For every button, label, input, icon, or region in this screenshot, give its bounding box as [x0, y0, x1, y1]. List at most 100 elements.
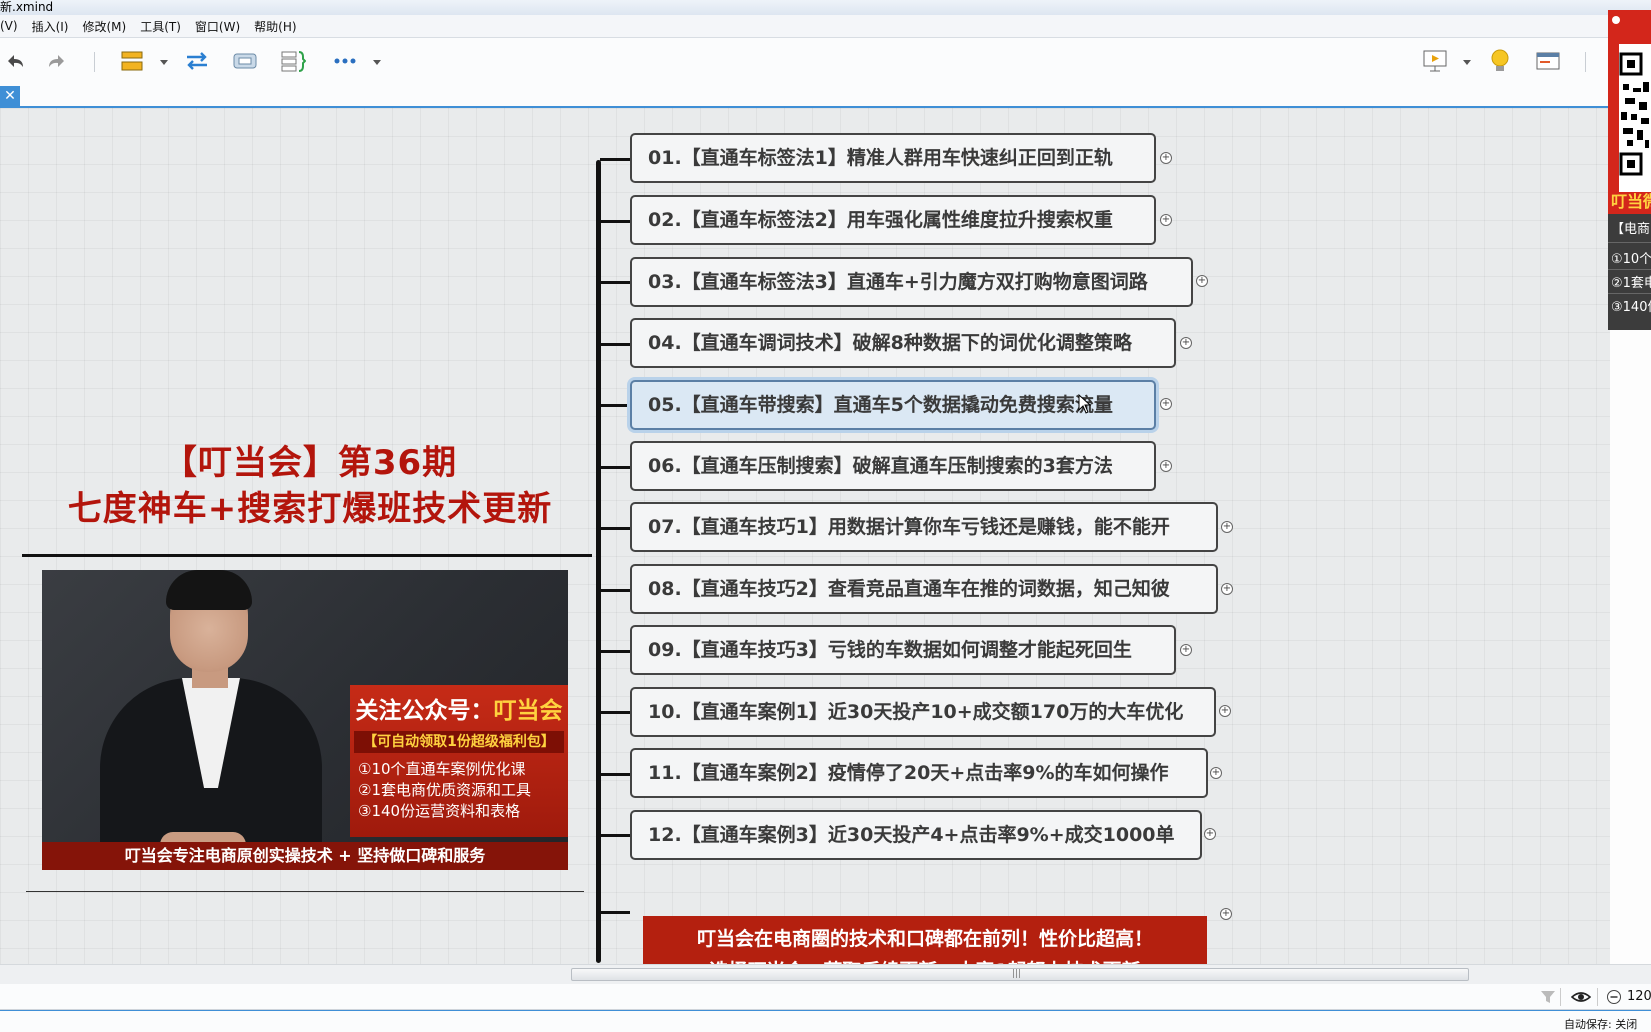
summary-button[interactable] [278, 48, 308, 74]
promo-footer: 叮当会专注电商原创实操技术 + 坚持做口碑和服务 [42, 842, 568, 870]
subtopic-02[interactable]: 02.【直通车标签法2】用车强化属性维度拉升搜索权重 [630, 195, 1156, 245]
menu-insert[interactable]: 插入(I) [32, 18, 69, 35]
qr-code-pattern [1619, 52, 1649, 176]
more-dropdown-icon[interactable] [373, 60, 381, 65]
horizontal-scrollbar[interactable]: ||| [0, 964, 1651, 984]
subtopic-11[interactable]: 11.【直通车案例2】疫情停了20天+点击率9%的车如何操作 [630, 748, 1208, 798]
branch-stub [600, 466, 630, 469]
callout-line1-prefix: 叮当会在电商圈的技术和口碑都在前列！ [696, 928, 1039, 950]
topic-style-button[interactable] [117, 48, 147, 74]
expand-icon[interactable]: + [1160, 460, 1172, 472]
scrollbar-thumb[interactable]: ||| [571, 968, 1469, 981]
eye-icon[interactable] [1571, 989, 1591, 1005]
boundary-button[interactable] [230, 48, 260, 74]
expand-icon[interactable]: + [1180, 337, 1192, 349]
summary-icon [281, 51, 306, 72]
idea-button[interactable] [1485, 48, 1515, 74]
presentation-button[interactable] [1420, 48, 1450, 74]
callout-line1: 叮当会在电商圈的技术和口碑都在前列！性价比超高！ [643, 924, 1207, 951]
expand-icon[interactable]: + [1210, 767, 1222, 779]
redo-button[interactable] [42, 48, 72, 74]
subtopic-01[interactable]: 01.【直通车标签法1】精准人群用车快速纠正回到正轨 [630, 133, 1156, 183]
presentation-icon [1423, 50, 1447, 72]
branch-stub [600, 711, 630, 714]
promo-headline: 关注公众号：叮当会 [350, 691, 568, 725]
subtopic-09[interactable]: 09.【直通车技巧3】亏钱的车数据如何调整才能起死回生 [630, 625, 1176, 675]
status-separator [1597, 988, 1598, 1006]
toolbar-separator [94, 52, 95, 72]
side-ad-line: ①10个 [1611, 252, 1651, 267]
side-ad-line: ②1套电 [1611, 276, 1651, 291]
more-icon [334, 58, 356, 64]
expand-icon[interactable]: + [1196, 275, 1208, 287]
panel-toggle-button[interactable] [1533, 48, 1563, 74]
bottom-bar: 自动保存: 关闭 [0, 1010, 1651, 1032]
status-bar: 120% [0, 984, 1651, 1010]
branch-stub [600, 589, 630, 592]
relationship-button[interactable] [182, 48, 212, 74]
branch-stub [600, 404, 630, 407]
side-ad-divider [1608, 293, 1651, 294]
menu-tools[interactable]: 工具(T) [140, 18, 181, 35]
side-ad-header: 叮当微 [1608, 10, 1651, 214]
topic-style-dropdown-icon[interactable] [160, 60, 168, 65]
subtopic-12[interactable]: 12.【直通车案例3】近30天投产4+点击率9%+成交1000单 [630, 810, 1202, 860]
close-tab-button[interactable]: ✕ [0, 86, 20, 106]
promo-headline-prefix: 关注公众号： [355, 698, 494, 724]
filter-icon[interactable] [1540, 989, 1556, 1005]
branch-stub [600, 158, 630, 161]
menu-view[interactable]: (V) [0, 19, 18, 33]
subtopic-03[interactable]: 03.【直通车标签法3】直通车+引力魔方双打购物意图词路 [630, 257, 1193, 307]
expand-icon[interactable]: + [1220, 908, 1232, 920]
expand-icon[interactable]: + [1160, 214, 1172, 226]
presentation-dropdown-icon[interactable] [1463, 60, 1471, 65]
promo-headline-brand: 叮当会 [493, 698, 563, 724]
callout-line2: 选择叮当会，获取后续更新，大家1起努力技术更新 [643, 956, 1207, 964]
subtopic-07[interactable]: 07.【直通车技巧1】用数据计算你车亏钱还是赚钱，能不能开 [630, 502, 1218, 552]
side-ad-list: 【电商 ①10个 ②1套电 ③140份 [1608, 214, 1651, 330]
side-ad-overlay: 叮当微 【电商 ①10个 ②1套电 ③140份 [1608, 10, 1651, 330]
zoom-out-icon[interactable] [1606, 989, 1622, 1005]
status-separator [1560, 988, 1561, 1006]
relationship-icon [187, 52, 207, 70]
central-topic-line2: 七度神车+搜索打爆班技术更新 [67, 489, 553, 529]
expand-icon[interactable]: + [1219, 705, 1231, 717]
expand-icon[interactable]: + [1160, 152, 1172, 164]
promo-item: ②1套电商优质资源和工具 [358, 781, 531, 799]
xmind-window: 新.xmind (V) 插入(I) 修改(M) 工具(T) 窗口(W) 帮助(H… [0, 0, 1651, 1032]
subtopic-04[interactable]: 04.【直通车调词技术】破解8种数据下的词优化调整策略 [630, 318, 1176, 368]
promo-panel: 关注公众号：叮当会 【可自动领取1份超级福利包】 ①10个直通车案例优化课 ②1… [350, 685, 568, 837]
autosave-status[interactable]: 自动保存: 关闭 [1564, 1016, 1637, 1032]
promo-item: ③140份运营资料和表格 [358, 802, 521, 820]
person-hair [166, 570, 252, 610]
panel-icon [1536, 52, 1560, 70]
branch-stub [600, 343, 630, 346]
more-button[interactable] [330, 48, 360, 74]
menu-help[interactable]: 帮助(H) [254, 18, 296, 35]
side-ad-divider [1608, 242, 1651, 243]
subtopic-10[interactable]: 10.【直通车案例1】近30天投产10+成交额170万的大车优化 [630, 687, 1216, 737]
expand-icon[interactable]: + [1160, 398, 1172, 410]
menu-window[interactable]: 窗口(W) [195, 18, 240, 35]
side-ad-line: ③140份 [1611, 300, 1651, 315]
window-title: 新.xmind [0, 0, 54, 14]
subtopic-08[interactable]: 08.【直通车技巧2】查看竞品直通车在推的词数据，知己知彼 [630, 564, 1218, 614]
expand-icon[interactable]: + [1180, 644, 1192, 656]
mindmap-canvas[interactable]: 【叮当会】第36期 七度神车+搜索打爆班技术更新 关注公众号：叮当会 【可自动领… [0, 108, 1610, 964]
menu-modify[interactable]: 修改(M) [82, 18, 126, 35]
expand-icon[interactable]: + [1221, 583, 1233, 595]
zoom-level[interactable]: 120% [1627, 989, 1651, 1004]
central-topic[interactable]: 【叮当会】第36期 七度神车+搜索打爆班技术更新 [20, 440, 600, 532]
menu-bar: (V) 插入(I) 修改(M) 工具(T) 窗口(W) 帮助(H) [0, 15, 1651, 38]
boundary-icon [233, 53, 257, 69]
side-ad-line: 【电商 [1611, 222, 1651, 237]
branch-stub [600, 773, 630, 776]
subtopic-06[interactable]: 06.【直通车压制搜索】破解直通车压制搜索的3套方法 [630, 441, 1156, 491]
branch-stub [600, 650, 630, 653]
expand-icon[interactable]: + [1204, 828, 1216, 840]
side-ad-divider [1608, 269, 1651, 270]
expand-icon[interactable]: + [1221, 521, 1233, 533]
lightbulb-icon [1491, 49, 1509, 71]
undo-button[interactable] [0, 48, 30, 74]
callout-banner[interactable]: 叮当会在电商圈的技术和口碑都在前列！性价比超高！ 选择叮当会，获取后续更新，大家… [643, 916, 1207, 964]
